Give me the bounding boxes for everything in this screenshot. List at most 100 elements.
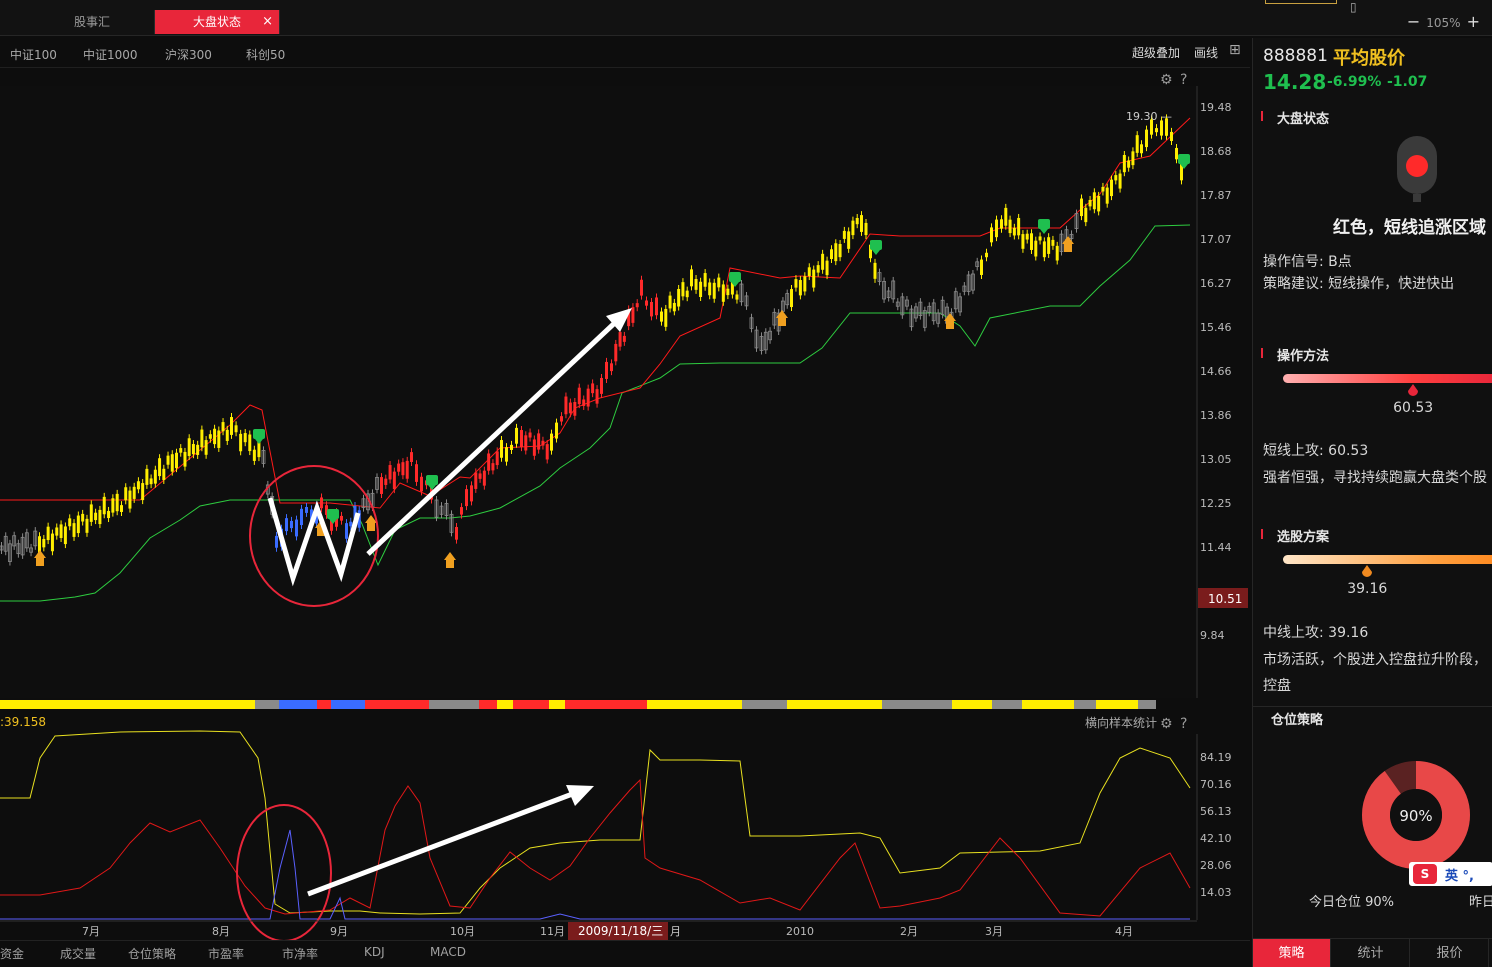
x-tick-label: 8月: [212, 925, 230, 938]
x-tick-label: 10月: [450, 925, 475, 938]
tab-funds[interactable]: 资金: [0, 945, 24, 962]
candle-body: [524, 435, 528, 451]
candle-body: [1092, 192, 1096, 210]
candle-body: [145, 468, 149, 485]
candle-body: [397, 463, 401, 472]
candle-body: [183, 451, 187, 467]
index-csi100[interactable]: 中证100: [10, 46, 57, 63]
status-segment: [1074, 700, 1096, 709]
candle-body: [717, 277, 721, 288]
status-segment: [255, 700, 279, 709]
candle-body: [59, 524, 63, 538]
tab-position-strategy[interactable]: 仓位策略: [128, 945, 176, 962]
tab-macd[interactable]: MACD: [430, 945, 466, 959]
zoom-in-button[interactable]: +: [1467, 12, 1480, 31]
main-y-tick: 16.27: [1200, 277, 1232, 290]
candle-body: [1088, 199, 1092, 207]
candle-body: [217, 430, 221, 448]
candle-body: [834, 243, 838, 262]
candle-body: [980, 259, 983, 275]
sub-chart-stats-label[interactable]: 横向样本统计: [1085, 715, 1157, 730]
tab-pb[interactable]: 市净率: [282, 945, 318, 962]
candle-body: [735, 294, 739, 300]
help-icon[interactable]: ?: [1180, 72, 1187, 88]
candle-body: [290, 520, 293, 529]
candle-body: [410, 452, 413, 462]
tab-pe[interactable]: 市盈率: [208, 945, 244, 962]
candle-body: [465, 489, 468, 507]
candle-body: [460, 507, 463, 515]
main-y-tick: 18.68: [1200, 145, 1232, 158]
sub-y-tick: 70.16: [1200, 778, 1232, 791]
grid-icon[interactable]: ⊞: [1229, 42, 1241, 58]
help-icon[interactable]: ?: [1180, 716, 1187, 732]
settings-icon[interactable]: ⚙: [1160, 716, 1173, 732]
candle-body: [1101, 186, 1105, 192]
candle-body: [405, 460, 409, 479]
main-chart[interactable]: 19.48 18.68 17.87 17.07 16.27 15.46 14.66 13.86…: [0, 72, 1248, 698]
selection-gauge-marker: [1362, 565, 1373, 577]
zoom-control: −105% +: [1401, 12, 1486, 31]
candle-body: [550, 433, 553, 451]
method-line1: 短线上攻: 60.53: [1263, 443, 1369, 459]
candle-body: [225, 429, 229, 441]
tab-gushihui[interactable]: 股事汇: [30, 10, 155, 34]
candle-body: [1127, 160, 1131, 168]
selection-line1: 中线上攻: 39.16: [1263, 625, 1369, 641]
candle-body: [631, 307, 635, 323]
method-line2: 强者恒强，寻找持续跑赢大盘类个股: [1263, 470, 1487, 486]
candle-body: [153, 469, 157, 484]
sell-signal-icon: [870, 240, 882, 250]
close-icon[interactable]: ×: [262, 10, 273, 34]
candle-body: [1135, 135, 1139, 153]
candle-body: [1105, 187, 1109, 204]
pin-icon[interactable]: ▯: [1350, 0, 1357, 14]
x-tick-label: 3月: [985, 925, 1003, 938]
candle-body: [600, 377, 603, 394]
candle-body: [515, 427, 518, 444]
candle-body: [564, 396, 568, 415]
overlay-button[interactable]: 超级叠加: [1132, 44, 1180, 61]
candle-body: [285, 518, 288, 532]
candle-body: [170, 454, 174, 472]
status-segment: [787, 700, 882, 709]
tab-quote[interactable]: 报价: [1411, 939, 1489, 967]
index-selector-row: 中证100 中证1000 沪深300 科创50 超级叠加 画线 ⊞: [0, 38, 1250, 68]
sub-y-tick: 84.19: [1200, 751, 1232, 764]
high-price-label: 19.30 —: [1126, 110, 1172, 123]
candle-body: [257, 441, 261, 458]
tab-volume[interactable]: 成交量: [60, 945, 96, 962]
x-tick-label: 4月: [1115, 925, 1133, 938]
index-hs300[interactable]: 沪深300: [165, 46, 212, 63]
zoom-out-button[interactable]: −: [1407, 12, 1420, 31]
candle-body: [495, 451, 499, 466]
main-y-tick: 15.46: [1200, 321, 1232, 334]
draw-line-button[interactable]: 画线: [1194, 44, 1218, 61]
status-segment: [513, 700, 549, 709]
tab-market-state[interactable]: 大盘状态 ×: [155, 10, 280, 34]
tab-kdj[interactable]: KDJ: [364, 945, 385, 959]
candle-body: [76, 515, 80, 534]
main-y-tick: 17.87: [1200, 189, 1232, 202]
candle-body: [248, 434, 252, 452]
ime-toolbar[interactable]: S 英 °,: [1409, 862, 1492, 886]
index-star50[interactable]: 科创50: [246, 46, 285, 63]
candle-body: [1000, 219, 1003, 229]
candle-body: [685, 290, 689, 298]
candle-body: [640, 279, 643, 296]
candle-body: [81, 513, 85, 522]
toolbar-box[interactable]: [1265, 0, 1337, 4]
donut-value: 90%: [1399, 807, 1432, 825]
index-csi1000[interactable]: 中证1000: [83, 46, 138, 63]
candle-body: [618, 332, 622, 347]
settings-icon[interactable]: ⚙: [1160, 72, 1173, 88]
candle-body: [655, 297, 658, 316]
candle-body: [380, 477, 383, 494]
sell-signal-icon: [1178, 154, 1190, 164]
sub-chart[interactable]: :39.158 横向样本统计 ⚙ ? 84.19 70.16 56.13 42.10 2…: [0, 715, 1232, 942]
section-title: 选股方案: [1277, 530, 1330, 545]
main-y-tick: 19.48: [1200, 101, 1232, 114]
tab-strategy[interactable]: 策略: [1253, 939, 1331, 967]
tab-statistics[interactable]: 统计: [1332, 939, 1410, 967]
candle-body: [582, 399, 586, 406]
